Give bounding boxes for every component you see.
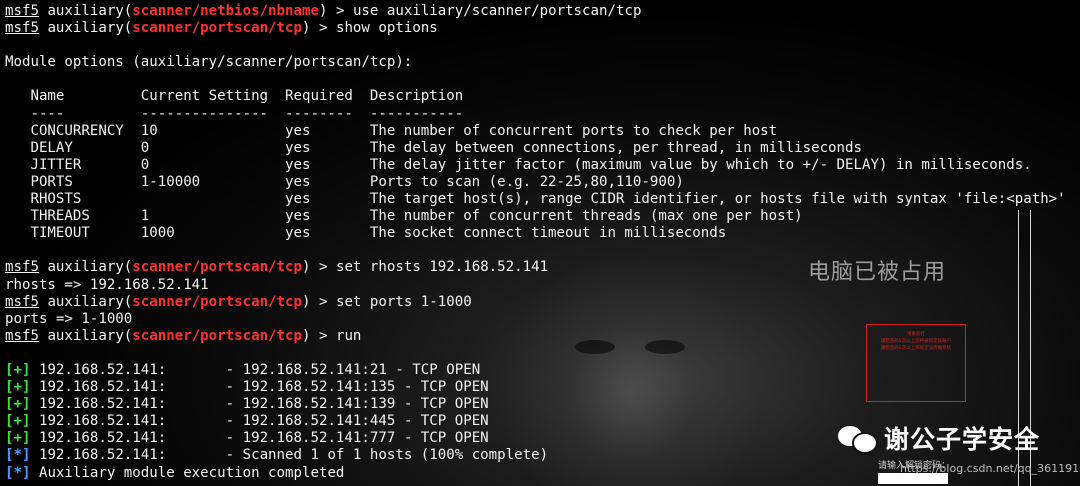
lock-warning-line: 输错密码5次以上将锁定该终端系统 [880, 346, 952, 351]
prompt: msf5 [5, 293, 39, 310]
success-marker: [+] [5, 379, 31, 396]
output-line: CONCURRENCY 10 yes The number of concurr… [5, 122, 778, 139]
command-line: msf5 auxiliary(scanner/portscan/tcp) > s… [5, 20, 438, 37]
command-text: show options [335, 20, 438, 37]
output-line: ---- --------------- -------- ----------… [5, 105, 464, 122]
output-text: Auxiliary module execution completed [30, 464, 345, 481]
output-text: 192.168.52.141: - 192.168.52.141:21 - TC… [30, 361, 481, 378]
terminal-screen: msf5 auxiliary(scanner/netbios/nbname) >… [0, 0, 1080, 486]
lock-warning-box: 请重新打 输错密码5次以上您将被锁定该账户 输错密码5次以上将锁定该终端系统 [866, 324, 966, 402]
command-text: use auxiliary/scanner/portscan/tcp [352, 3, 642, 19]
output-line: DELAY 0 yes The delay between connection… [5, 139, 863, 156]
output-text: 192.168.52.141: - Scanned 1 of 1 hosts (… [30, 447, 549, 464]
output-line: TIMEOUT 1000 yes The socket connect time… [5, 225, 727, 242]
unlock-password-input[interactable] [878, 473, 948, 484]
output-line: Name Current Setting Required Descriptio… [5, 88, 464, 105]
module-name: scanner/portscan/tcp [132, 259, 302, 276]
lock-warning-line: 请重新打 [907, 332, 925, 337]
output-line: Module options (auxiliary/scanner/portsc… [5, 54, 413, 71]
brand-watermark: 谢公子学安全 [838, 420, 1040, 456]
wechat-icon [838, 424, 878, 454]
module-name: scanner/portscan/tcp [132, 327, 302, 344]
output-text: 192.168.52.141: - 192.168.52.141:445 - T… [30, 413, 489, 430]
terminal-output[interactable]: msf5 auxiliary(scanner/netbios/nbname) >… [5, 3, 1066, 482]
success-marker: [+] [5, 396, 31, 413]
success-marker: [+] [5, 413, 31, 430]
command-text: run [335, 327, 362, 344]
lock-warning-line: 输错密码5次以上您将被锁定该账户 [880, 339, 952, 344]
module-name: scanner/portscan/tcp [132, 293, 302, 310]
output-text: 192.168.52.141: - 192.168.52.141:777 - T… [30, 430, 489, 447]
output-line: RHOSTS yes The target host(s), range CID… [5, 191, 1066, 208]
output-line: THREADS 1 yes The number of concurrent t… [5, 208, 803, 225]
prompt: msf5 [5, 3, 39, 19]
command-text: set ports 1-1000 [335, 293, 472, 310]
prompt: msf5 [5, 259, 39, 276]
info-marker: [*] [5, 447, 31, 464]
command-line: msf5 auxiliary(scanner/portscan/tcp) > s… [5, 293, 472, 310]
lock-watermark: 电脑已被占用 [808, 260, 947, 285]
command-text: set rhosts 192.168.52.141 [335, 259, 549, 276]
output-text: 192.168.52.141: - 192.168.52.141:139 - T… [30, 396, 489, 413]
output-line: PORTS 1-10000 yes Ports to scan (e.g. 22… [5, 173, 684, 190]
output-text: 192.168.52.141: - 192.168.52.141:135 - T… [30, 379, 489, 396]
prompt: msf5 [5, 327, 39, 344]
output-line: JITTER 0 yes The delay jitter factor (ma… [5, 156, 1032, 173]
prompt: msf5 [5, 20, 39, 37]
success-marker: [+] [5, 361, 31, 378]
module-name: scanner/portscan/tcp [132, 20, 302, 37]
module-name: scanner/netbios/nbname [132, 3, 319, 19]
info-marker: [*] [5, 464, 31, 481]
brand-name: 谢公子学安全 [884, 425, 1041, 454]
command-line: msf5 auxiliary(scanner/netbios/nbname) >… [5, 3, 642, 19]
success-marker: [+] [5, 430, 31, 447]
